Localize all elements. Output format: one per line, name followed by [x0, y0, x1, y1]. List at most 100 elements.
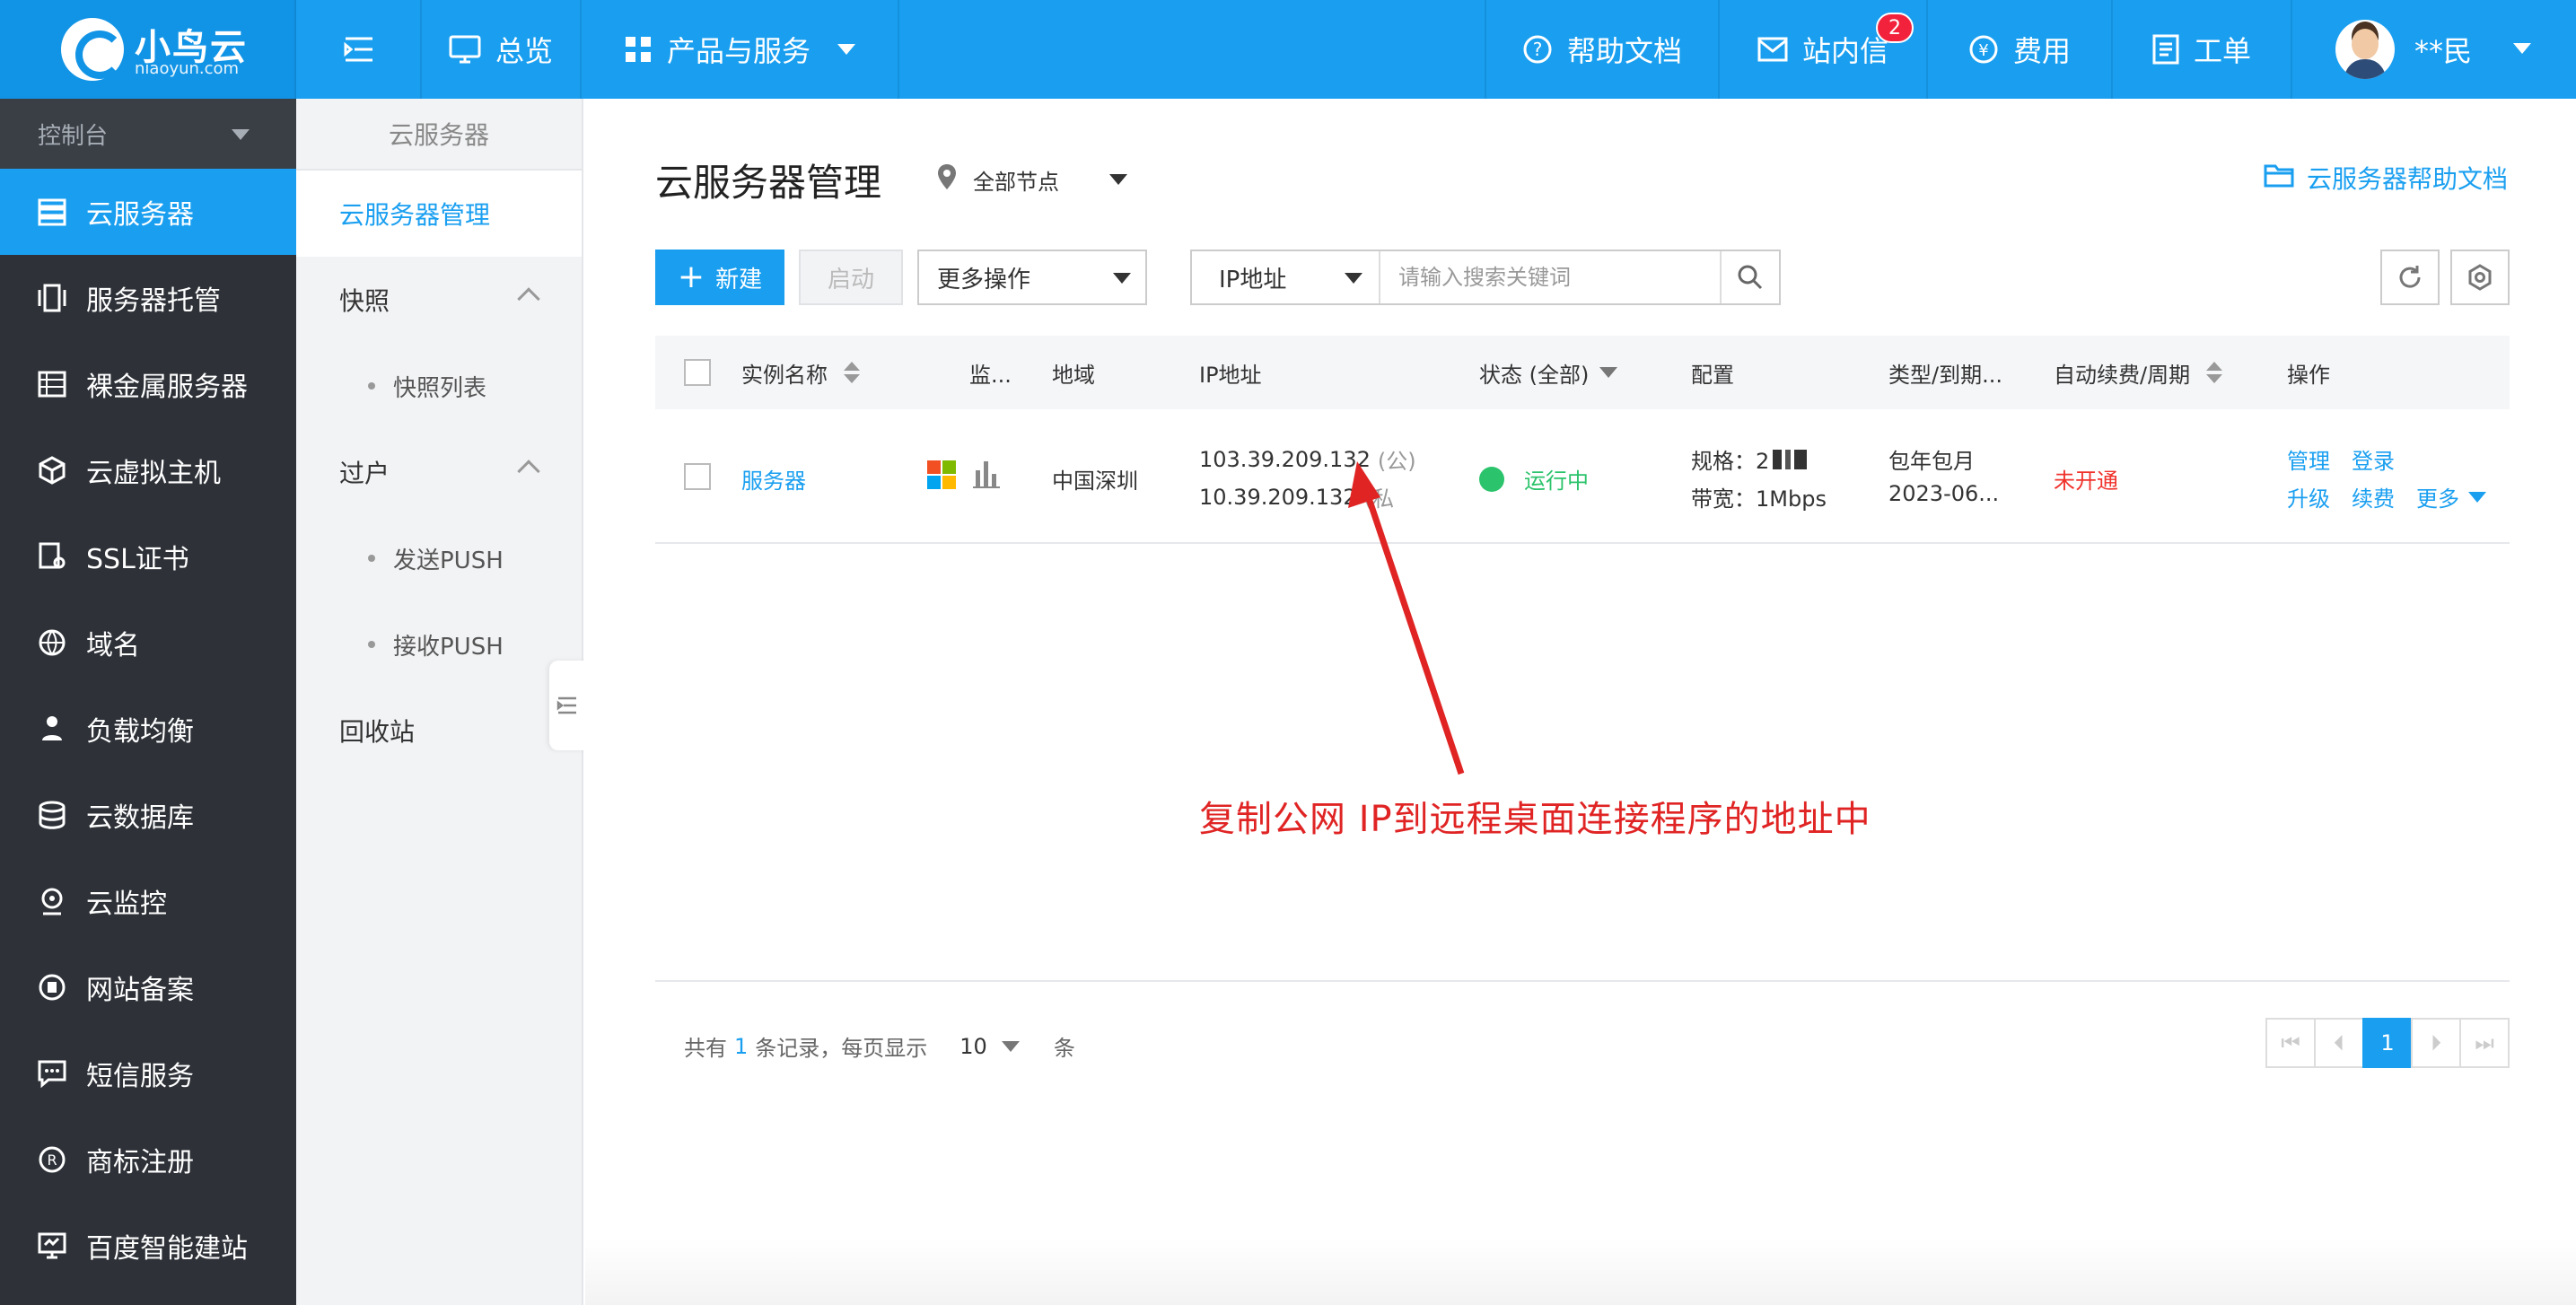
sidebar-item-cube[interactable]: 云虚拟主机 [0, 427, 296, 513]
first-page-button[interactable]: ⏮ [2265, 1018, 2316, 1068]
annotation-text: 复制公网 IP到远程桌面连接程序的地址中 [1199, 799, 1871, 840]
column-header-status[interactable]: 状态 (全部) [1479, 357, 1618, 389]
subnav-group-snapshot[interactable]: 快照 [296, 257, 582, 343]
instance-name-link[interactable]: 服务器 [741, 463, 806, 495]
auto-renew-status: 未开通 [2054, 469, 2118, 494]
subnav-item-label: 接收PUSH [393, 633, 504, 661]
products-services-menu[interactable]: 产品与服务 [582, 0, 899, 99]
subnav-item-receive-push[interactable]: 接收PUSH [296, 601, 582, 688]
next-page-button[interactable]: ⏵ [2411, 1018, 2461, 1068]
redacted-mark-icon [1773, 449, 1808, 469]
subnav-group-transfer[interactable]: 过户 [296, 429, 582, 515]
server-help-link[interactable]: 云服务器帮助文档 [2264, 160, 2508, 196]
search-button[interactable] [1720, 251, 1779, 303]
subnav-item-server-manage[interactable]: 云服务器管理 [296, 171, 582, 257]
more-operations-dropdown[interactable]: 更多操作 [917, 250, 1147, 305]
search-type-label: IP地址 [1219, 266, 1287, 293]
row-checkbox[interactable] [684, 463, 711, 490]
private-ip-tag: (私 [1363, 486, 1394, 512]
subnav-item-snapshot-list[interactable]: 快照列表 [296, 343, 582, 429]
manage-link[interactable]: 管理 [2287, 443, 2330, 475]
chevron-up-icon [517, 460, 540, 483]
chevron-down-icon [232, 129, 250, 140]
overview-button[interactable]: 总览 [422, 0, 582, 99]
sidebar-item-certificate[interactable]: SSL证书 [0, 513, 296, 600]
sidebar-item-site-builder[interactable]: 百度智能建站 [0, 1203, 296, 1289]
prev-page-button[interactable]: ⏴ [2314, 1018, 2364, 1068]
last-page-button[interactable]: ⏭ [2459, 1018, 2510, 1068]
ticket-button[interactable]: 工单 [2113, 0, 2292, 99]
header-label: 自动续费/周期 [2054, 362, 2191, 388]
column-header-config: 配置 [1691, 362, 1734, 388]
chevron-down-icon [1345, 273, 1362, 284]
sidebar-item-monitor[interactable]: 云监控 [0, 858, 296, 944]
page-number-button[interactable]: 1 [2362, 1018, 2413, 1068]
sidebar-item-server[interactable]: 云服务器 [0, 169, 296, 255]
site-builder-icon [36, 1230, 68, 1262]
sidebar-item-globe[interactable]: 域名 [0, 600, 296, 686]
column-header-ops: 操作 [2287, 362, 2330, 388]
search-icon [1738, 265, 1763, 290]
renew-link[interactable]: 续费 [2352, 481, 2395, 512]
sidebar-item-sms[interactable]: 短信服务 [0, 1030, 296, 1117]
more-actions-dropdown[interactable]: 更多 [2416, 481, 2486, 512]
page-size-select[interactable]: 10 [959, 1034, 1020, 1059]
settings-button[interactable] [2450, 250, 2510, 305]
globe-icon [36, 626, 68, 659]
login-link[interactable]: 登录 [2352, 443, 2395, 475]
record-icon [36, 971, 68, 1003]
search-input[interactable] [1380, 251, 1720, 303]
new-server-button[interactable]: + 新建 [655, 250, 784, 305]
hosting-icon [36, 282, 68, 314]
chevron-up-icon [517, 287, 540, 311]
bullet-icon [368, 555, 375, 562]
start-button[interactable]: 启动 [799, 250, 903, 305]
logo[interactable]: 小鸟云 niaoyun.com [0, 0, 296, 99]
sidebar-item-trademark[interactable]: R 商标注册 [0, 1117, 296, 1203]
gear-icon [2468, 264, 2492, 291]
sidebar-item-bare-metal[interactable]: 裸金属服务器 [0, 341, 296, 427]
list-collapse-icon [556, 696, 576, 714]
subnav-item-label: 快照 [339, 286, 390, 316]
inbox-button[interactable]: 站内信 2 [1720, 0, 1928, 99]
console-selector[interactable]: 控制台 [0, 99, 296, 169]
private-ip[interactable]: 10.39.209.132 (私 [1199, 481, 1394, 512]
public-ip-tag: (公) [1377, 449, 1416, 474]
column-header-renew[interactable]: 自动续费/周期 [2054, 357, 2223, 389]
server-table: 实例名称 监... 地域 IP地址 状态 (全部) 配置 类型/到期... 自动… [655, 336, 2510, 544]
sort-icon [844, 362, 860, 383]
location-pin-icon [938, 164, 956, 189]
sidebar-item-database[interactable]: 云数据库 [0, 772, 296, 858]
node-selector[interactable]: 全部节点 [937, 163, 1127, 196]
filter-dropdown-icon [1599, 367, 1618, 378]
user-menu[interactable]: **民 [2292, 0, 2576, 99]
products-label: 产品与服务 [666, 34, 810, 68]
bullet-icon [368, 641, 375, 648]
upgrade-link[interactable]: 升级 [2287, 481, 2330, 512]
pagination: ⏮ ⏴ 1 ⏵ ⏭ [2265, 1018, 2510, 1068]
sidebar-item-hosting[interactable]: 服务器托管 [0, 255, 296, 341]
column-header-name[interactable]: 实例名称 [741, 357, 860, 389]
public-ip[interactable]: 103.39.209.132 (公) [1199, 443, 1416, 475]
collapse-subnav-button[interactable] [549, 661, 585, 750]
help-docs-button[interactable]: ? 帮助文档 [1485, 0, 1720, 99]
sort-icon [2206, 362, 2223, 383]
sidebar-item-label: 百度智能建站 [86, 1233, 248, 1265]
fees-button[interactable]: ¥ 费用 [1928, 0, 2113, 99]
subnav-item-send-push[interactable]: 发送PUSH [296, 515, 582, 601]
search-type-select[interactable]: IP地址 [1192, 251, 1380, 303]
monitor-chart-icon[interactable] [973, 458, 1000, 488]
select-all-checkbox[interactable] [684, 359, 711, 386]
bandwidth-text: 带宽：1Mbps [1691, 486, 1827, 512]
chevron-down-icon [1109, 174, 1127, 185]
sidebar-item-record[interactable]: 网站备案 [0, 944, 296, 1030]
column-header-type: 类型/到期... [1888, 362, 2002, 388]
total-count: 1 [734, 1033, 749, 1059]
refresh-button[interactable] [2380, 250, 2440, 305]
subnav-item-label: 发送PUSH [393, 547, 504, 574]
menu-toggle-button[interactable] [298, 0, 422, 99]
sidebar-item-load-balance[interactable]: 负载均衡 [0, 686, 296, 772]
header-label: 实例名称 [741, 362, 828, 388]
chevron-down-icon [2513, 43, 2531, 54]
subnav-item-recycle-bin[interactable]: 回收站 [296, 688, 582, 774]
